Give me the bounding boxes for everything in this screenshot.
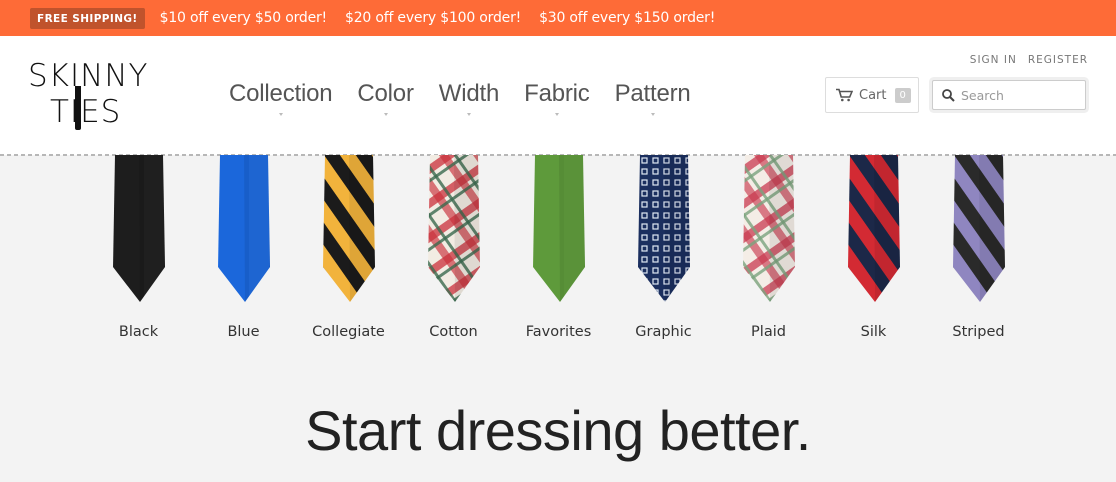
nav-label: Color bbox=[357, 80, 414, 107]
cart-label: Cart bbox=[859, 87, 887, 103]
tie-category-favorites[interactable]: Favorites bbox=[506, 155, 611, 345]
tie-category-label: Collegiate bbox=[312, 324, 385, 340]
tie-category-label: Blue bbox=[227, 324, 260, 340]
nav-width[interactable]: Width bbox=[438, 80, 500, 116]
search-box bbox=[932, 80, 1086, 110]
search-input[interactable] bbox=[961, 87, 1081, 103]
promo-offer: $10 off every $50 order! bbox=[159, 10, 328, 26]
cart-icon bbox=[836, 88, 853, 102]
logo-line-1: SKINNY bbox=[28, 58, 149, 94]
free-shipping-badge: FREE SHIPPING! bbox=[30, 7, 145, 29]
tie-category-cotton[interactable]: Cotton bbox=[401, 155, 506, 345]
cart-button[interactable]: Cart 0 bbox=[825, 77, 919, 113]
caret-down-icon bbox=[383, 113, 388, 116]
tie-category-label: Black bbox=[118, 324, 159, 340]
tie-category-black[interactable]: Black bbox=[86, 155, 191, 345]
tie-category-silk[interactable]: Silk bbox=[821, 155, 926, 345]
tie-category-label: Favorites bbox=[525, 324, 592, 340]
tie-category-blue[interactable]: Blue bbox=[191, 155, 296, 345]
caret-down-icon bbox=[554, 113, 559, 116]
tie-category-striped[interactable]: Striped bbox=[926, 155, 1031, 345]
tie-shading bbox=[243, 155, 270, 302]
logo-line-2: TIES bbox=[50, 94, 122, 130]
tie-shading bbox=[978, 155, 1005, 302]
caret-down-icon bbox=[278, 113, 283, 116]
tie-image bbox=[742, 155, 795, 302]
tie-shading bbox=[873, 155, 900, 302]
tie-image bbox=[322, 155, 375, 302]
register-link[interactable]: REGISTER bbox=[1028, 54, 1088, 66]
tie-category-collegiate[interactable]: Collegiate bbox=[296, 155, 401, 345]
tie-category-grid: Black Blue Collegiate Cotton Favorites Graph… bbox=[86, 155, 1031, 345]
nav-label: Fabric bbox=[524, 80, 590, 107]
search-icon[interactable] bbox=[942, 88, 955, 102]
tie-shading bbox=[138, 155, 165, 302]
skinny-ties-logo[interactable]: SKINNY TIES bbox=[28, 58, 158, 132]
cart-count-badge: 0 bbox=[894, 87, 911, 103]
tie-image bbox=[952, 155, 1005, 302]
tie-shading bbox=[663, 155, 690, 302]
sign-in-link[interactable]: SIGN IN bbox=[970, 54, 1017, 66]
tie-category-label: Cotton bbox=[429, 324, 478, 340]
tie-category-label: Plaid bbox=[751, 324, 786, 340]
tie-image bbox=[427, 155, 480, 302]
nav-label: Width bbox=[438, 80, 500, 107]
tie-image bbox=[637, 155, 690, 302]
promo-offer: $30 off every $150 order! bbox=[539, 10, 716, 26]
tie-category-plaid[interactable]: Plaid bbox=[716, 155, 821, 345]
tie-category-label: Silk bbox=[860, 324, 887, 340]
tie-category-label: Striped bbox=[952, 324, 1005, 340]
nav-label: Pattern bbox=[614, 80, 691, 107]
hero-headline: Start dressing better. bbox=[305, 399, 811, 462]
nav-fabric[interactable]: Fabric bbox=[524, 80, 590, 116]
tie-shading bbox=[558, 155, 585, 302]
tie-category-graphic[interactable]: Graphic bbox=[611, 155, 716, 345]
tie-shading bbox=[768, 155, 795, 302]
nav-pattern[interactable]: Pattern bbox=[614, 80, 691, 116]
promo-bar: FREE SHIPPING! $10 off every $50 order! … bbox=[0, 0, 1116, 36]
account-links: SIGN IN REGISTER bbox=[959, 54, 1088, 66]
main-nav: Collection Color Width Fabric Pattern bbox=[229, 80, 716, 116]
nav-label: Collection bbox=[229, 80, 333, 107]
tie-category-label: Graphic bbox=[635, 324, 692, 340]
site-header: SKINNY TIES Collection Color Width Fabri… bbox=[0, 36, 1116, 156]
nav-color[interactable]: Color bbox=[357, 80, 414, 116]
tie-image bbox=[217, 155, 270, 302]
tie-image bbox=[847, 155, 900, 302]
tie-image bbox=[112, 155, 165, 302]
nav-collection[interactable]: Collection bbox=[229, 80, 333, 116]
tie-shading bbox=[348, 155, 375, 302]
promo-offer: $20 off every $100 order! bbox=[344, 10, 522, 26]
tie-image bbox=[532, 155, 585, 302]
tie-shading bbox=[453, 155, 480, 302]
caret-down-icon bbox=[466, 113, 471, 116]
caret-down-icon bbox=[650, 113, 655, 116]
